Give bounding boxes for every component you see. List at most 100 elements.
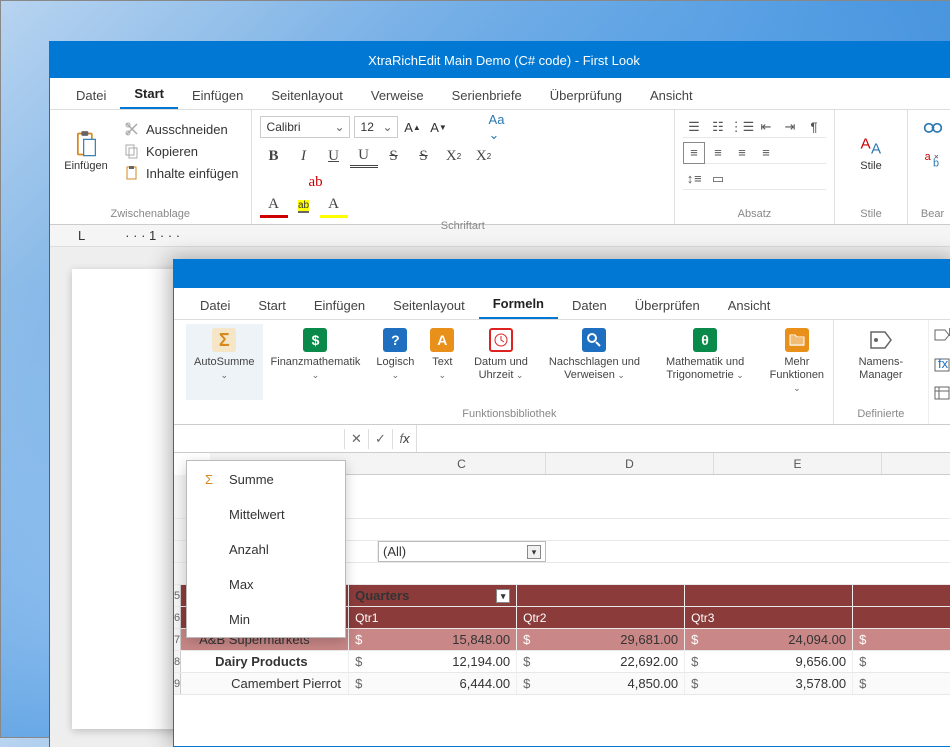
- highlight-button[interactable]: ab: [290, 194, 318, 218]
- shading-button[interactable]: A: [320, 194, 348, 218]
- question-icon: ?: [383, 328, 407, 352]
- row-header[interactable]: 7: [174, 629, 181, 650]
- double-underline-button[interactable]: U: [350, 144, 378, 168]
- clock-icon: [489, 328, 513, 352]
- filter-all[interactable]: (All)▾: [378, 541, 546, 562]
- financial-button[interactable]: $ Finanzmathematik: [263, 324, 369, 400]
- grow-font-button[interactable]: A▲: [402, 116, 424, 138]
- font-name-combo[interactable]: Calibri: [260, 116, 350, 138]
- align-right-button[interactable]: ≡: [731, 142, 753, 164]
- bold-button[interactable]: B: [260, 144, 288, 168]
- cancel-formula-button[interactable]: ✕: [344, 429, 368, 449]
- change-case-button[interactable]: Aa ⌄: [488, 116, 510, 138]
- title-bar-front[interactable]: [174, 260, 950, 288]
- autosum-button[interactable]: Σ AutoSumme: [186, 324, 263, 400]
- tab2-datei[interactable]: Datei: [186, 292, 244, 319]
- tab-verweise[interactable]: Verweise: [357, 82, 438, 109]
- magnifier-icon: [582, 328, 606, 352]
- col-c[interactable]: C: [378, 453, 546, 474]
- styles-icon: AA: [857, 130, 885, 158]
- menu-count[interactable]: Anzahl: [187, 532, 345, 567]
- logical-button[interactable]: ? Logisch: [368, 324, 422, 400]
- datetime-button[interactable]: Datum und Uhrzeit: [462, 324, 539, 400]
- hyphenation-button[interactable]: ab: [302, 170, 330, 194]
- cut-button[interactable]: Ausschneiden: [120, 119, 243, 139]
- product-name[interactable]: Dairy Products: [181, 651, 349, 672]
- outdent-button[interactable]: ⇤: [755, 116, 777, 138]
- paste-content-button[interactable]: Inhalte einfügen: [120, 163, 243, 183]
- align-left-button[interactable]: ≡: [683, 142, 705, 164]
- subscript-button[interactable]: X2: [470, 144, 498, 168]
- dropdown-icon[interactable]: ▾: [496, 589, 510, 603]
- italic-button[interactable]: I: [290, 144, 318, 168]
- more-functions-button[interactable]: Mehr Funktionen: [761, 324, 833, 400]
- name-manager-button[interactable]: Namens-Manager: [846, 324, 916, 386]
- font-color-button[interactable]: A: [260, 194, 288, 218]
- title-bar[interactable]: XtraRichEdit Main Demo (C# code) - First…: [50, 42, 950, 78]
- indent-button[interactable]: ⇥: [779, 116, 801, 138]
- group-label-font: Schriftart: [260, 218, 666, 234]
- tab2-seitenlayout[interactable]: Seitenlayout: [379, 292, 479, 319]
- quarters-header[interactable]: Quarters▾: [349, 585, 517, 606]
- product-name[interactable]: Camembert Pierrot: [181, 673, 349, 694]
- insert-function-button[interactable]: fx: [392, 429, 416, 449]
- tab-seitenlayout[interactable]: Seitenlayout: [257, 82, 357, 109]
- paste-button[interactable]: Einfügen: [58, 116, 114, 186]
- para-shading-button[interactable]: ▭: [707, 168, 729, 190]
- tab-datei[interactable]: Datei: [62, 82, 120, 109]
- use-in-formula-icon[interactable]: fx: [933, 356, 950, 374]
- tab2-formeln[interactable]: Formeln: [479, 290, 558, 319]
- group-label-clipboard: Zwischenablage: [58, 206, 243, 222]
- menu-avg[interactable]: Mittelwert: [187, 497, 345, 532]
- styles-button[interactable]: AA Stile: [843, 116, 899, 186]
- find-icon[interactable]: [923, 122, 943, 142]
- menu-sum[interactable]: ΣSumme: [187, 461, 345, 497]
- replace-icon[interactable]: ab: [923, 150, 943, 170]
- line-spacing-button[interactable]: ↕≡: [683, 168, 705, 190]
- row-header[interactable]: 5: [174, 585, 181, 606]
- tab2-ueberpruefen[interactable]: Überprüfen: [621, 292, 714, 319]
- double-strike-button[interactable]: S: [410, 144, 438, 168]
- superscript-button[interactable]: X2: [440, 144, 468, 168]
- align-center-button[interactable]: ≡: [707, 142, 729, 164]
- tab-serienbriefe[interactable]: Serienbriefe: [438, 82, 536, 109]
- multilevel-button[interactable]: ⋮☰: [731, 116, 753, 138]
- tab-einfuegen[interactable]: Einfügen: [178, 82, 257, 109]
- bullets-button[interactable]: ☰: [683, 116, 705, 138]
- underline-button[interactable]: U: [320, 144, 348, 168]
- font-size-combo[interactable]: 12: [354, 116, 398, 138]
- accept-formula-button[interactable]: ✓: [368, 429, 392, 449]
- shrink-font-button[interactable]: A▼: [428, 116, 450, 138]
- tab2-start[interactable]: Start: [244, 292, 299, 319]
- svg-text:Σ: Σ: [205, 472, 213, 487]
- dropdown-icon[interactable]: ▾: [527, 545, 541, 559]
- strike-button[interactable]: S: [380, 144, 408, 168]
- tab-ueberpruefung[interactable]: Überprüfung: [536, 82, 636, 109]
- tab2-ansicht[interactable]: Ansicht: [714, 292, 785, 319]
- menu-max[interactable]: Max: [187, 567, 345, 602]
- justify-button[interactable]: ≡: [755, 142, 777, 164]
- sigma-small-icon: Σ: [203, 471, 219, 487]
- define-name-icon[interactable]: N: [933, 328, 950, 346]
- tab-ansicht[interactable]: Ansicht: [636, 82, 707, 109]
- copy-button[interactable]: Kopieren: [120, 141, 243, 161]
- col-d[interactable]: D: [546, 453, 714, 474]
- formula-input[interactable]: [416, 425, 950, 452]
- numbering-button[interactable]: ☷: [707, 116, 729, 138]
- tab2-einfuegen[interactable]: Einfügen: [300, 292, 379, 319]
- create-from-selection-icon[interactable]: [933, 384, 950, 402]
- math-button[interactable]: θ Mathematik und Trigonometrie: [649, 324, 761, 400]
- row-header[interactable]: 9: [174, 673, 181, 694]
- tab2-daten[interactable]: Daten: [558, 292, 621, 319]
- text-button[interactable]: A Text: [422, 324, 462, 400]
- clipboard-icon: [72, 130, 100, 158]
- row-header[interactable]: 8: [174, 651, 181, 672]
- lookup-button[interactable]: Nachschlagen und Verweisen: [540, 324, 650, 400]
- col-e[interactable]: E: [714, 453, 882, 474]
- show-marks-button[interactable]: ¶: [803, 116, 825, 138]
- row-header[interactable]: 6: [174, 607, 181, 628]
- tab-start[interactable]: Start: [120, 80, 178, 109]
- autosum-menu: ΣSumme Mittelwert Anzahl Max Min: [186, 460, 346, 638]
- menu-min[interactable]: Min: [187, 602, 345, 637]
- formula-bar: ✕ ✓ fx: [174, 425, 950, 453]
